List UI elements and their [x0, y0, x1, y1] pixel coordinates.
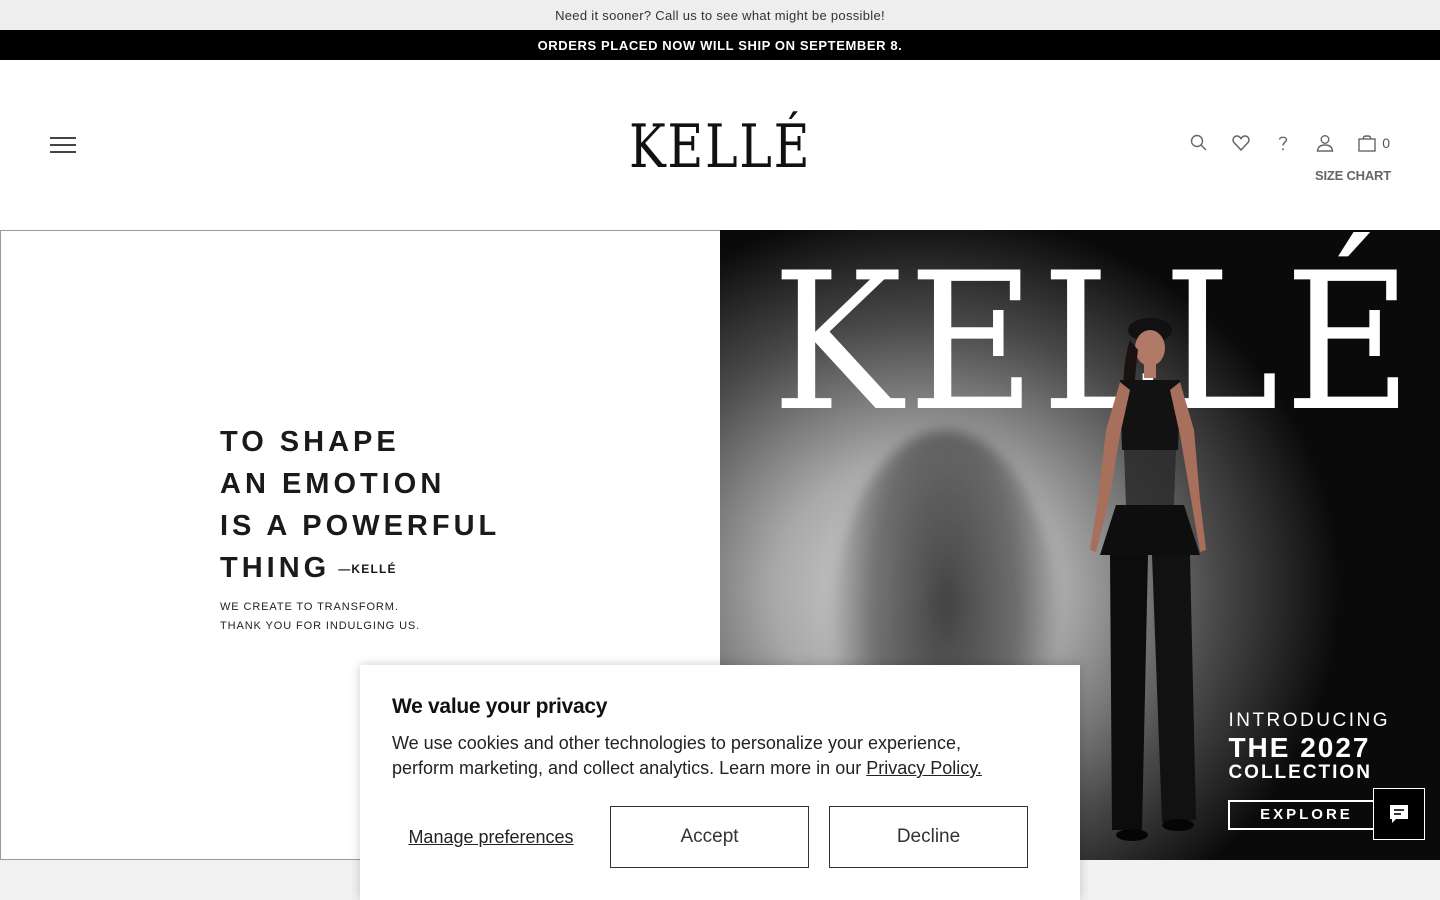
- consent-actions: Manage preferences Accept Decline: [392, 806, 1048, 868]
- quote-signature: —KELLÉ: [338, 562, 397, 577]
- collection-intro: INTRODUCING THE 2027 COLLECTION EXPLORE: [1228, 710, 1390, 830]
- announcement-text: Need it sooner? Call us to see what migh…: [555, 7, 885, 23]
- shipping-text: ORDERS PLACED NOW WILL SHIP ON SEPTEMBER…: [537, 37, 903, 53]
- model-figure: [1090, 318, 1206, 841]
- size-chart-link[interactable]: SIZE CHART: [1315, 168, 1391, 183]
- quote-subtext-2: THANK YOU FOR INDULGING US.: [220, 620, 421, 633]
- intro-line-1: INTRODUCING: [1228, 710, 1390, 731]
- cookie-consent-dialog: We value your privacy We use cookies and…: [360, 665, 1080, 900]
- quote-line-3: IS A POWERFUL: [220, 510, 501, 542]
- cart-button[interactable]: 0: [1356, 132, 1390, 154]
- privacy-policy-link[interactable]: Privacy Policy.: [866, 758, 982, 778]
- explore-button[interactable]: EXPLORE: [1228, 800, 1385, 830]
- account-icon[interactable]: [1314, 132, 1336, 154]
- consent-text: We use cookies and other technologies to…: [392, 733, 982, 778]
- quote-line-1: TO SHAPE: [220, 426, 400, 458]
- decline-button[interactable]: Decline: [829, 806, 1028, 868]
- announcement-bar: Need it sooner? Call us to see what migh…: [0, 0, 1440, 30]
- manage-preferences-link[interactable]: Manage preferences: [392, 826, 590, 849]
- intro-line-2: THE 2027: [1228, 732, 1371, 763]
- cart-count: 0: [1382, 135, 1390, 151]
- heart-icon[interactable]: [1230, 132, 1252, 154]
- quote-block: TO SHAPE AN EMOTION IS A POWERFUL THING —…: [220, 421, 500, 636]
- chat-icon: [1390, 805, 1408, 823]
- accept-button[interactable]: Accept: [610, 806, 809, 868]
- search-icon[interactable]: [1188, 132, 1210, 154]
- intro-line-3: COLLECTION: [1228, 762, 1372, 783]
- quote-subtext-1: WE CREATE TO TRANSFORM.: [220, 601, 399, 614]
- site-header: KELLÉ 0 SIZE CHART: [0, 60, 1440, 230]
- shopping-bag-icon: [1356, 132, 1378, 154]
- chat-button[interactable]: [1373, 788, 1425, 840]
- quote-line-2: AN EMOTION: [220, 468, 446, 500]
- shipping-bar: ORDERS PLACED NOW WILL SHIP ON SEPTEMBER…: [0, 30, 1440, 60]
- help-icon[interactable]: [1272, 132, 1294, 154]
- header-icons: 0: [1188, 132, 1390, 154]
- consent-title: We value your privacy: [392, 695, 608, 718]
- quote-line-4: THING —KELLÉ: [220, 552, 397, 584]
- quote-subtext: WE CREATE TO TRANSFORM. THANK YOU FOR IN…: [220, 598, 500, 636]
